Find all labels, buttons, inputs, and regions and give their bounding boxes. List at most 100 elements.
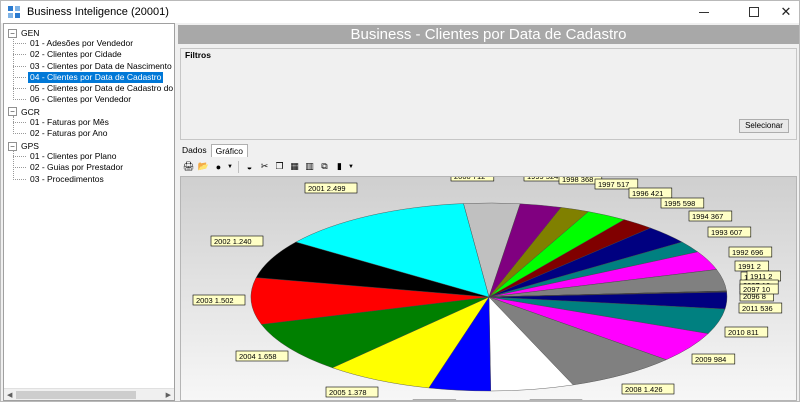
tree-item[interactable]: 06 - Clientes por Vendedor <box>28 94 133 105</box>
tree-item[interactable]: 05 - Clientes por Data de Cadastro do Pl… <box>28 83 174 94</box>
slice-label: 2001 2.499 <box>304 182 358 194</box>
chart-toolbar: 🖨 📂 ● ▼ ◒ ✂ ❐ ▦ ▥ ⧉ ▮ ▼ <box>180 158 797 175</box>
slice-label-text: 2005 1.378 <box>329 388 367 397</box>
tree-connector <box>13 99 26 101</box>
tree-connector <box>13 122 26 124</box>
toolbar-separator <box>238 160 239 173</box>
slice-label-text: 1994 367 <box>692 212 723 221</box>
slice-label-box <box>412 399 457 400</box>
tree-connector <box>13 178 26 180</box>
tree-connector <box>13 37 14 101</box>
slice-label: 1996 421 <box>628 187 673 199</box>
slice-label-text: 2000 712 <box>454 177 485 181</box>
tree-item[interactable]: 02 - Guias por Prestador <box>28 162 125 173</box>
pie-chart: 2000 712 1999 524 1998 368 1997 5171996 421… <box>192 177 783 400</box>
tree-group-label: GPS <box>21 141 39 151</box>
slice-label: 2008 1.426 <box>621 383 675 395</box>
close-icon: ✕ <box>780 4 792 19</box>
tree-item[interactable]: 01 - Faturas por Mês <box>28 117 111 128</box>
bi-window: Business Inteligence (20001) ✕ ◀ ▶ − GEN 0… <box>0 0 800 402</box>
tree-item[interactable]: 04 - Clientes por Data de Cadastro <box>28 71 164 83</box>
tree-group-label: GCR <box>21 106 40 117</box>
slice-label-text: 1911 2 <box>750 272 772 281</box>
tree-connector <box>13 54 26 56</box>
tree-connector <box>13 76 26 78</box>
tree-connector <box>13 88 26 89</box>
slice-label: 2010 811 <box>724 326 769 338</box>
tree-connector <box>13 150 14 180</box>
slice-label-text: 1997 517 <box>598 180 629 189</box>
slice-label-text: 1998 368 <box>562 177 593 184</box>
slice-label-box <box>529 399 583 400</box>
tree-item[interactable]: 01 - Clientes por Plano <box>28 151 118 162</box>
view-tabs: Dados Gráfico <box>178 144 248 158</box>
slice-label-text: 2004 1.658 <box>239 352 277 361</box>
slice-label: 1993 607 <box>707 226 752 238</box>
palette-icon[interactable]: ● <box>212 160 225 173</box>
tree-connector <box>13 65 26 67</box>
slice-label: 1911 2 <box>746 270 781 282</box>
print-icon[interactable]: 🖨 <box>182 160 195 173</box>
data-grid-icon[interactable]: ▦ <box>288 160 301 173</box>
slice-label-text: 2009 984 <box>695 355 726 364</box>
filters-label: Filtros <box>185 50 211 60</box>
pie-3d-icon[interactable]: ◒ <box>243 160 256 173</box>
copy-icon[interactable]: ❐ <box>273 160 286 173</box>
tree-group-label: GEN <box>21 28 40 38</box>
title-bar: Business Inteligence (20001) ✕ <box>1 1 799 23</box>
grid-app-icon <box>8 6 20 18</box>
select-button[interactable]: Selecionar <box>739 119 789 133</box>
palette-dropdown-icon[interactable]: ▼ <box>227 164 234 170</box>
pie-chart-area: 2000 712 1999 524 1998 368 1997 5171996 421… <box>180 176 797 401</box>
slice-label-text: 2008 1.426 <box>625 385 663 394</box>
slice-label: 2003 1.502 <box>192 294 246 306</box>
tree-item[interactable]: 02 - Clientes por Cidade <box>28 49 124 60</box>
report-title-banner: Business - Clientes por Data de Cadastro <box>178 25 799 44</box>
slice-label-text: 1993 607 <box>711 228 742 237</box>
chart-type-dropdown-icon[interactable]: ▼ <box>348 164 355 170</box>
slice-label: 1995 598 <box>660 197 705 209</box>
tab-grafico[interactable]: Gráfico <box>210 144 248 157</box>
slice-label: 2000 712 <box>450 177 495 182</box>
slice-label: 2009 984 <box>691 353 736 365</box>
slice-label-text: 1991 2 <box>738 262 761 271</box>
tree-item[interactable]: 03 - Clientes por Data de Nascimento <box>28 61 174 72</box>
tree-item[interactable]: 03 - Procedimentos <box>28 174 106 185</box>
slice-label: 2002 1.240 <box>210 235 264 247</box>
close-button[interactable]: ✕ <box>766 1 800 23</box>
scroll-left-icon[interactable]: ◀ <box>7 391 12 399</box>
scissors-icon[interactable]: ✂ <box>258 160 271 173</box>
slice-label-text: 1999 524 <box>527 177 558 181</box>
slice-label: 2004 1.658 <box>235 350 289 362</box>
bar-chart-icon[interactable]: ▥ <box>303 160 316 173</box>
scroll-right-icon[interactable]: ▶ <box>166 391 171 399</box>
slice-label-text: 2011 536 <box>742 304 773 313</box>
slice-label: 1991 2 <box>734 260 769 272</box>
tree-connector <box>13 43 26 45</box>
slice-label: 1997 517 <box>594 178 639 190</box>
slice-label-text: 1996 421 <box>632 189 663 198</box>
open-folder-icon[interactable]: 📂 <box>197 160 210 173</box>
filters-groupbox: Filtros Selecionar <box>180 48 797 140</box>
slice-label-text: 2002 1.240 <box>214 237 252 246</box>
tree-horizontal-scrollbar[interactable]: ◀ ▶ <box>4 388 174 400</box>
tree-item[interactable]: 01 - Adesões por Vendedor <box>28 38 135 49</box>
slice-label: 1994 367 <box>688 210 733 222</box>
tree-connector <box>13 167 26 169</box>
minimize-button[interactable] <box>684 1 724 23</box>
copy-chart-icon[interactable]: ⧉ <box>318 160 331 173</box>
slice-label-text: 1992 696 <box>732 248 763 257</box>
maximize-icon <box>749 7 759 17</box>
scroll-thumb[interactable] <box>16 391 136 399</box>
slice-label: 2097 10 <box>739 283 779 295</box>
slice-label: 1992 696 <box>728 246 773 258</box>
tree-item[interactable]: 02 - Faturas por Ano <box>28 128 110 139</box>
chart-type-icon[interactable]: ▮ <box>333 160 346 173</box>
tree-connector <box>13 115 14 135</box>
minimize-icon <box>699 11 709 13</box>
tab-dados[interactable]: Dados <box>178 144 211 157</box>
slice-label-text: 2003 1.502 <box>196 296 234 305</box>
report-tree: ◀ ▶ − GEN 01 - Adesões por Vendedor 02 - Cl… <box>3 23 175 401</box>
slice-label: 2005 1.378 <box>325 386 379 398</box>
slice-label-text: 2097 10 <box>743 285 770 294</box>
